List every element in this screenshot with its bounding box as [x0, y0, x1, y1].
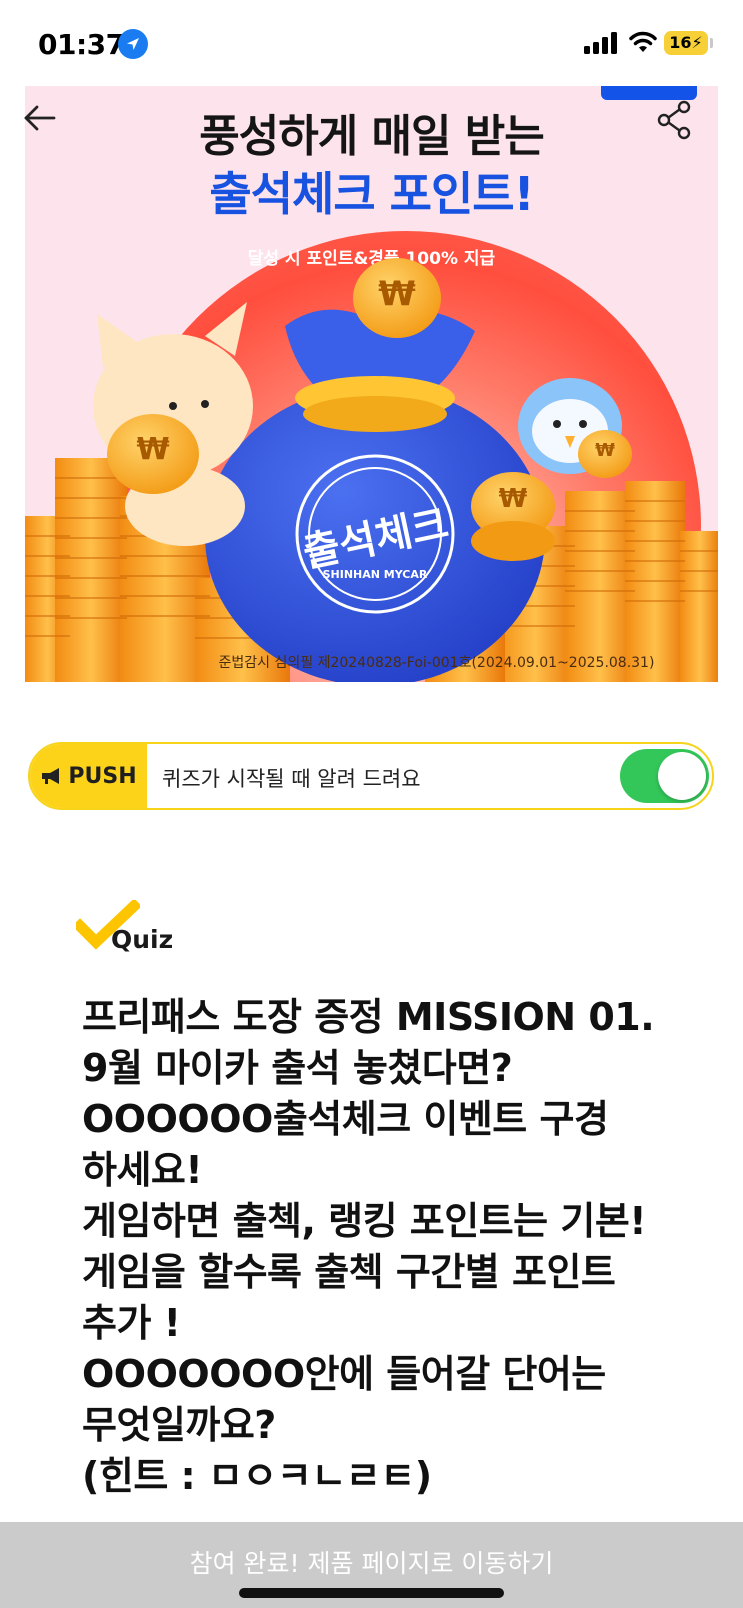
battery-level: 16 [669, 33, 692, 52]
event-page: 01:37 16⚡ 풍성하게 매일 받는 출석체크 포인트! 달성 시 포인트&… [0, 0, 743, 1608]
quiz-hint: (힌트 : ㅁㅇㅋㄴㄹㅌ) [82, 1454, 432, 1498]
status-bar: 01:37 16⚡ [0, 0, 743, 88]
push-toggle[interactable] [620, 749, 709, 803]
go-to-product-button[interactable]: 참여 완료! 제품 페이지로 이동하기 [0, 1522, 743, 1608]
quiz-line: OOOOOO출석체크 이벤트 구경 [82, 1097, 609, 1141]
banner-illustration [25, 258, 718, 682]
coin-symbol-top: ₩ [378, 274, 416, 314]
quiz-line: OOOOOOO안에 들어갈 단어는 [82, 1352, 606, 1396]
battery-tip [710, 38, 713, 48]
battery-charging-icon: 16⚡ [664, 31, 708, 55]
quiz-line: 게임을 할수록 출첵 구간별 포인트 [82, 1250, 616, 1294]
go-to-product-label: 참여 완료! 제품 페이지로 이동하기 [189, 1549, 554, 1578]
quiz-line: 9월 마이카 출석 놓쳤다면? [82, 1046, 513, 1090]
event-banner: 풍성하게 매일 받는 출석체크 포인트! 달성 시 포인트&경품 100% 지급 [25, 86, 718, 682]
quiz-line: 게임하면 출첵, 랭킹 포인트는 기본! [82, 1199, 647, 1243]
share-button[interactable] [656, 100, 692, 140]
coin-symbol-owl: ₩ [595, 440, 615, 461]
wifi-icon [629, 31, 657, 52]
share-icon [657, 100, 691, 140]
push-badge: PUSH [30, 744, 147, 808]
coin-symbol-cat: ₩ [136, 432, 170, 467]
push-label: PUSH [68, 763, 137, 789]
arrow-left-icon [24, 105, 56, 131]
banner-footnote: 준법감시 심의필 제20240828-Foi-001호(2024.09.01~2… [218, 655, 655, 671]
push-notification-row: PUSH 퀴즈가 시작될 때 알려 드려요 [28, 742, 714, 810]
location-arrow-icon [118, 29, 148, 59]
quiz-line: 프리패스 도장 증정 MISSION 01. [82, 995, 655, 1039]
banner-stamp-brand: SHINHAN MYCAR [322, 568, 428, 581]
toggle-knob [658, 752, 706, 800]
quiz-label: Quiz [111, 925, 174, 954]
quiz-line: 무엇일까요? [82, 1403, 276, 1447]
quiz-line: 추가 ! [82, 1301, 181, 1345]
status-time: 01:37 [38, 28, 125, 61]
quiz-line: 하세요! [82, 1148, 203, 1192]
back-button[interactable] [22, 100, 58, 136]
megaphone-icon [42, 768, 60, 784]
signal-bars-icon [584, 32, 617, 54]
quiz-question: 프리패스 도장 증정 MISSION 01. 9월 마이카 출석 놓쳤다면? O… [82, 992, 682, 1502]
push-description: 퀴즈가 시작될 때 알려 드려요 [162, 767, 421, 791]
home-indicator[interactable] [239, 1588, 504, 1598]
coin-symbol-right: ₩ [498, 484, 528, 514]
